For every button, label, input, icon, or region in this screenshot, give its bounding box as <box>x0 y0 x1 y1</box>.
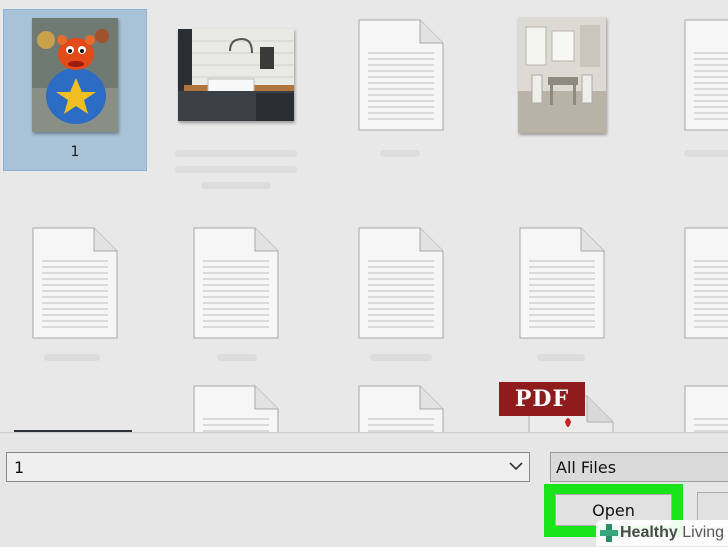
file-tile[interactable] <box>165 376 307 432</box>
document-icon <box>32 227 118 339</box>
file-tile[interactable] <box>656 218 728 378</box>
watermark-text: Healthy Living <box>620 524 725 541</box>
file-tile[interactable] <box>656 10 728 170</box>
file-tile[interactable] <box>491 218 633 378</box>
file-tile[interactable]: 1 <box>3 9 147 171</box>
document-icon <box>684 19 728 131</box>
file-tile[interactable] <box>656 376 728 432</box>
document-icon <box>358 19 444 131</box>
document-icon <box>358 227 444 339</box>
file-tile[interactable] <box>330 376 472 432</box>
plus-cross-icon <box>600 524 618 542</box>
document-icon <box>684 227 728 339</box>
document-icon <box>193 385 279 432</box>
pdf-badge: PDF <box>514 386 570 412</box>
file-name-value: 1 <box>14 458 25 477</box>
file-tile[interactable] <box>330 218 472 378</box>
document-icon <box>519 227 605 339</box>
file-name: 1 <box>70 144 80 160</box>
file-type-select[interactable]: All Files <box>550 452 728 482</box>
file-tile[interactable] <box>330 10 472 170</box>
file-name-input[interactable]: 1 <box>6 452 530 482</box>
file-tile[interactable] <box>165 218 307 378</box>
watermark: Healthy Living <box>596 520 728 546</box>
chevron-down-icon[interactable] <box>509 461 523 471</box>
document-icon <box>684 385 728 432</box>
file-type-value: All Files <box>556 458 617 477</box>
file-tile[interactable] <box>4 376 146 432</box>
file-tile[interactable] <box>4 218 146 378</box>
file-tile[interactable]: PDF <box>491 376 633 432</box>
photo-toy-thumbnail <box>32 18 118 132</box>
file-grid: 1 PDF <box>0 0 728 432</box>
photo-room-thumbnail <box>518 17 606 133</box>
file-tile[interactable] <box>165 10 307 189</box>
document-icon <box>358 385 444 432</box>
photo-kitchen-thumbnail <box>178 29 294 121</box>
document-icon <box>193 227 279 339</box>
file-tile[interactable] <box>491 10 633 170</box>
